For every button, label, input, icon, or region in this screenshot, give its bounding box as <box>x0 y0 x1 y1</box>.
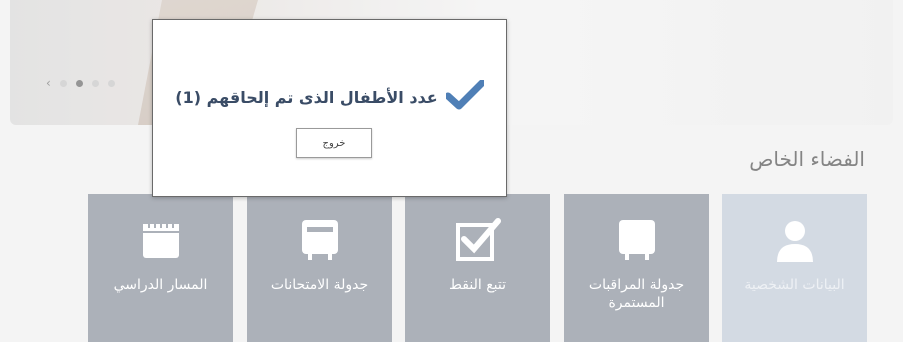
success-dialog: عدد الأطفال الذى تم إلحاقهم (1) خروج <box>152 19 507 197</box>
exit-button[interactable]: خروج <box>296 128 372 158</box>
checkmark-icon <box>444 79 486 114</box>
dialog-message-row: عدد الأطفال الذى تم إلحاقهم (1) <box>153 79 506 114</box>
dialog-message: عدد الأطفال الذى تم إلحاقهم (1) <box>175 87 438 107</box>
page: ‹ الفضاء الخاص البيانات الشخصية جدولة ال… <box>0 0 903 342</box>
